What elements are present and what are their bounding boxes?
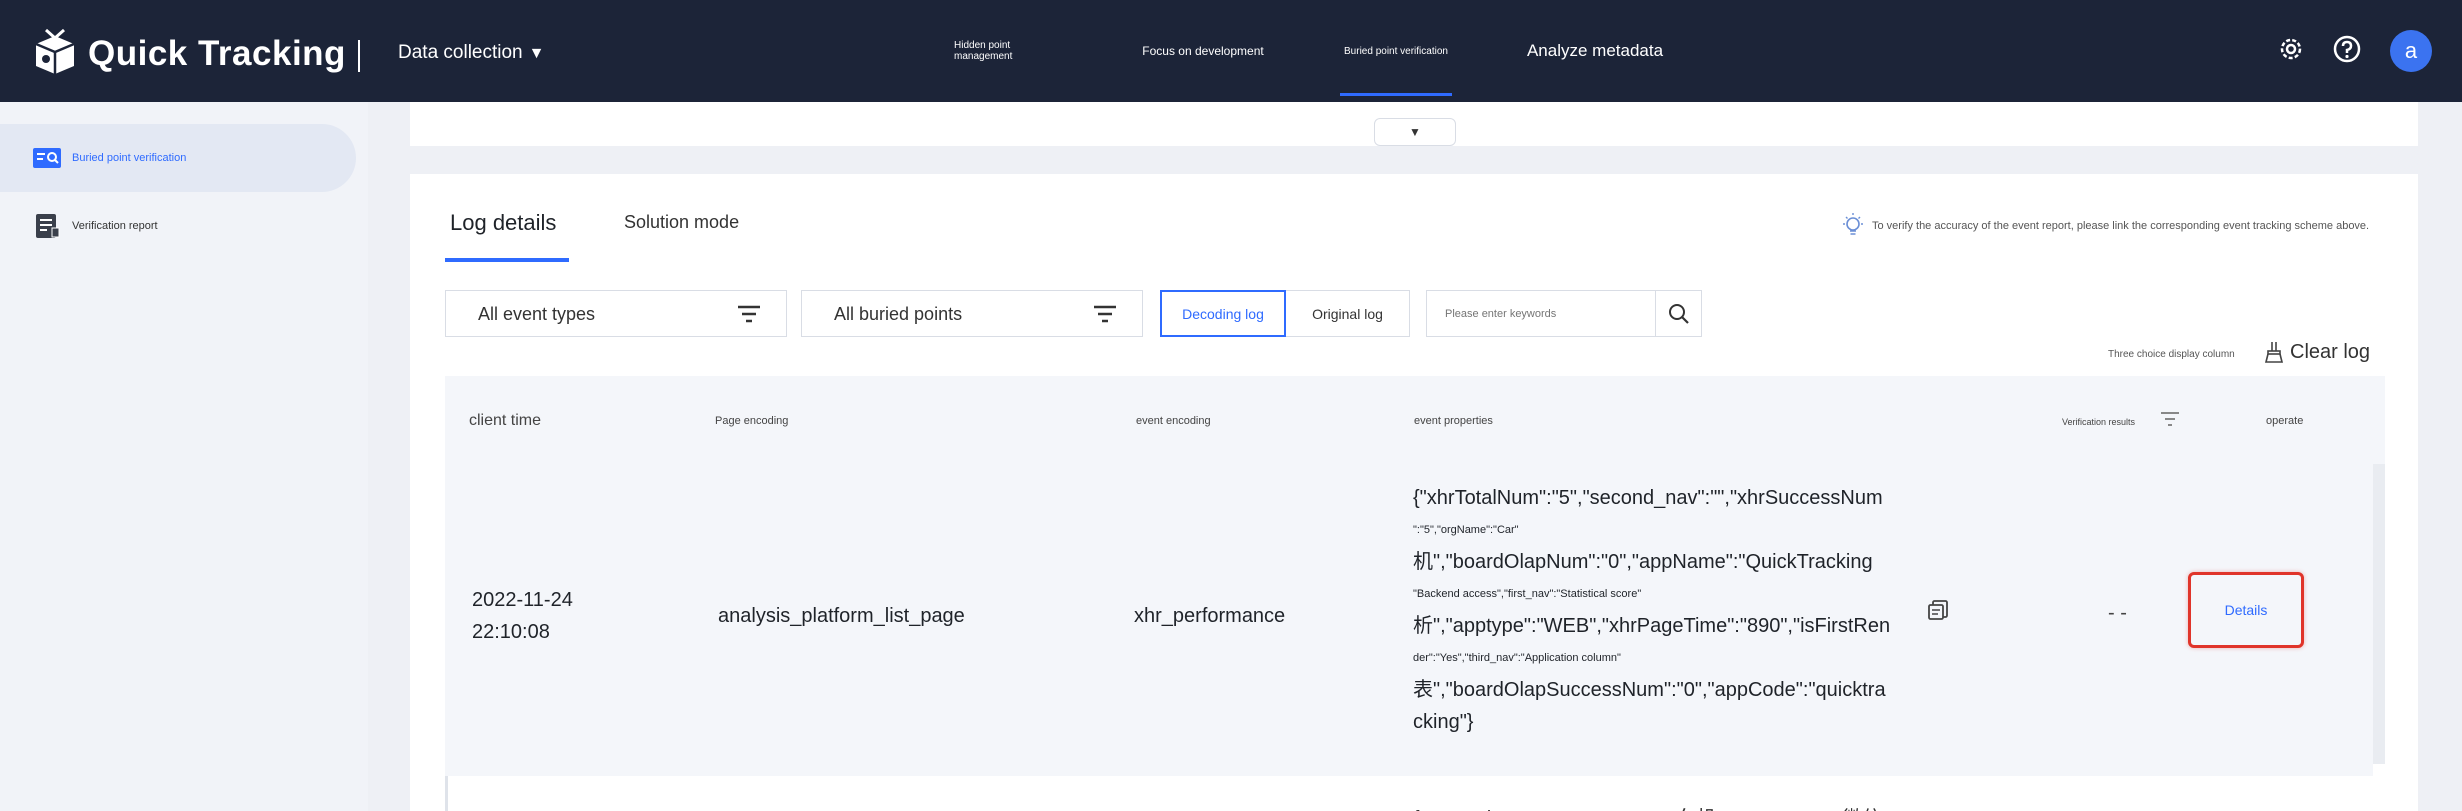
clear-log-label: Clear log [2290, 340, 2371, 363]
tab-buried-point-verification[interactable]: Buried point verification [1340, 0, 1452, 102]
client-time-date: 2022-11-24 [472, 589, 573, 611]
expand-panel-button[interactable]: ▼ [1374, 118, 1456, 146]
clear-log-button[interactable]: Clear log [2264, 340, 2370, 364]
sidebar-item-label: Buried point verification [72, 152, 187, 164]
column-choice-link[interactable]: Three choice display column [2108, 349, 2235, 360]
logo-divider [358, 40, 360, 72]
log-mode-toggle: Decoding log Original log [1160, 290, 1410, 337]
copy-icon[interactable] [1926, 598, 1950, 622]
search-button[interactable] [1655, 291, 1701, 336]
tab-label: Analyze metadata [1526, 41, 1664, 60]
sidebar-item-buried-point-verification[interactable]: Buried point verification [0, 124, 356, 192]
app-title: Quick Tracking [88, 34, 346, 73]
properties-line: der":"Yes","third_nav":"Application colu… [1413, 652, 1621, 664]
broom-icon [2264, 342, 2284, 363]
tab-solution-mode[interactable]: Solution mode [624, 212, 739, 233]
log-details-card: Log details Solution mode To verify the … [410, 174, 2418, 811]
column-filter-icon[interactable] [2160, 410, 2180, 428]
properties-line: 机","boardOlapNum":"0","appName":"QuickTr… [1413, 551, 1873, 573]
verification-tip: To verify the accuracy of the event repo… [1840, 212, 2369, 240]
cell-event-properties: {"xhrTotalNum":"5","second_nav":"","xhrS… [1413, 482, 1901, 738]
tab-label: Buried point verification [1344, 45, 1448, 57]
help-icon[interactable] [2332, 34, 2362, 64]
properties-line: "Backend access","first_nav":"Statistica… [1413, 588, 1642, 600]
table-header: client time Page encoding event encoding… [445, 376, 2385, 464]
module-selector[interactable]: Data collection ▼ [398, 42, 544, 64]
user-avatar[interactable]: a [2390, 30, 2432, 72]
details-button[interactable]: Details [2188, 572, 2304, 648]
tab-label: Focus on development [1142, 44, 1264, 58]
decoding-log-button[interactable]: Decoding log [1160, 290, 1286, 337]
buried-point-select-value: All buried points [834, 304, 963, 324]
verification-icon [33, 148, 61, 168]
triangle-down-icon: ▼ [528, 45, 545, 62]
tab-analyze-metadata[interactable]: Analyze metadata [1522, 0, 1668, 102]
event-type-select-value: All event types [478, 304, 596, 324]
event-type-select[interactable]: All event types [445, 290, 787, 337]
search-input[interactable] [1427, 291, 1647, 336]
lightbulb-icon [1843, 213, 1863, 235]
report-icon [36, 214, 60, 238]
original-log-button[interactable]: Original log [1286, 290, 1410, 337]
column-page-encoding: Page encoding [715, 415, 789, 427]
filter-icon [1094, 305, 1116, 323]
column-event-properties: event properties [1414, 415, 1493, 427]
column-event-encoding: event encoding [1136, 415, 1211, 427]
caret-down-icon: ▼ [1409, 125, 1421, 139]
tip-text: To verify the accuracy of the event repo… [1872, 220, 2370, 232]
properties-line: 析","apptype":"WEB","xhrPageTime":"890","… [1413, 615, 1891, 637]
column-operate: operate [2266, 415, 2304, 427]
column-client-time: client time [469, 412, 542, 429]
properties-line: ":"5","orgName":"Car" [1413, 524, 1519, 536]
sidebar-item-label: Verification report [72, 220, 158, 232]
keyword-search [1426, 290, 1702, 337]
active-tab-indicator [445, 258, 569, 262]
settings-icon[interactable] [2276, 34, 2306, 64]
tab-log-details[interactable]: Log details [450, 210, 556, 236]
tab-hidden-point-management[interactable]: Hidden point management [954, 0, 1066, 102]
tab-label: Hidden point management [954, 40, 1013, 62]
search-icon [1668, 303, 1689, 324]
properties-line: cking"} [1413, 711, 1474, 733]
top-navigation-bar: Quick Tracking Data collection ▼ Hidden p… [0, 0, 2462, 102]
buried-point-select[interactable]: All buried points [801, 290, 1143, 337]
cell-event-encoding: xhr_performance [1134, 605, 1286, 627]
properties-line: {"xhrTotalNum":"5","second_nav":"","xhrS… [1413, 487, 1883, 509]
cell-verification-result: - - [2108, 602, 2127, 624]
properties-line: 表","boardOlapSuccessNum":"0","appCode":"… [1413, 679, 1886, 701]
tab-focus-on-development[interactable]: Focus on development [1142, 0, 1264, 102]
module-selector-label: Data collection [398, 42, 523, 63]
cell-client-time: 2022-11-24 22:10:08 [472, 584, 573, 648]
tv-logo-icon [35, 28, 75, 74]
column-verification-results: Verification results [2062, 417, 2136, 427]
sidebar-item-verification-report[interactable]: Verification report [0, 192, 356, 260]
filter-icon [738, 305, 760, 323]
next-row-properties-partial: {"second_nav":"","orgName":"车机","appName… [1413, 802, 1901, 811]
table-scrollbar[interactable] [2373, 464, 2385, 764]
client-time-time: 22:10:08 [472, 621, 550, 643]
cell-page-encoding: analysis_platform_list_page [718, 605, 965, 627]
sidebar: Buried point verification Verification r… [0, 102, 368, 811]
